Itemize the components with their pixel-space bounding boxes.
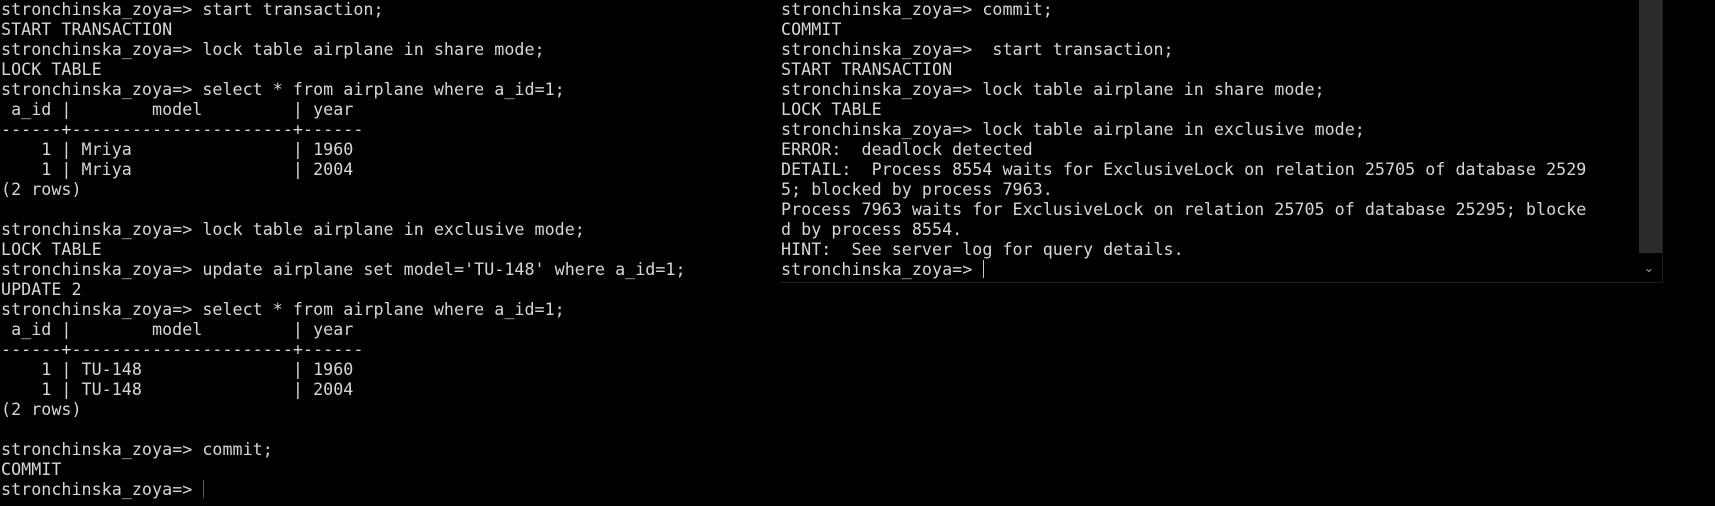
terminal-line: stronchinska_zoya=> start transaction; [1, 0, 384, 19]
terminal-line: stronchinska_zoya=> commit; [781, 0, 1053, 19]
terminal-line: a_id | model | year [1, 99, 354, 119]
terminal-line: stronchinska_zoya=> start transaction; [781, 39, 1174, 59]
terminal-line: stronchinska_zoya=> lock table airplane … [1, 219, 585, 239]
scrollbar-thumb[interactable] [1639, 0, 1662, 253]
terminal-line: UPDATE 2 [1, 279, 82, 299]
left-terminal-console[interactable]: stronchinska_zoya=> start transaction; S… [0, 0, 770, 506]
terminal-line: stronchinska_zoya=> commit; [1, 439, 273, 459]
text-cursor [203, 480, 205, 498]
vertical-scrollbar[interactable]: ⌄ [1636, 0, 1662, 282]
terminal-line: COMMIT [1, 459, 62, 479]
terminal-line: START TRANSACTION [781, 59, 953, 79]
left-terminal-output: stronchinska_zoya=> start transaction; S… [1, 0, 686, 499]
terminal-line: 1 | Mriya | 1960 [1, 139, 354, 159]
terminal-line: a_id | model | year [1, 319, 354, 339]
terminal-prompt-line[interactable]: stronchinska_zoya=> [1, 479, 686, 499]
chevron-down-icon[interactable]: ⌄ [1636, 258, 1662, 280]
terminal-line: COMMIT [781, 19, 842, 39]
terminal-prompt: stronchinska_zoya=> [781, 259, 983, 279]
error-detail-line: Process 7963 waits for ExclusiveLock on … [781, 199, 1587, 219]
terminal-line: stronchinska_zoya=> update airplane set … [1, 259, 686, 279]
right-terminal-console[interactable]: stronchinska_zoya=> commit; COMMIT stron… [780, 0, 1663, 283]
error-detail-line: 5; blocked by process 7963. [781, 179, 1053, 199]
text-cursor [983, 260, 985, 278]
terminal-prompt: stronchinska_zoya=> [1, 479, 203, 499]
terminal-line: LOCK TABLE [781, 99, 882, 119]
hint-line: HINT: See server log for query details. [781, 239, 1184, 259]
terminal-line: stronchinska_zoya=> lock table airplane … [781, 79, 1325, 99]
terminal-line: (2 rows) [1, 179, 82, 199]
right-terminal-output: stronchinska_zoya=> commit; COMMIT stron… [781, 0, 1586, 279]
terminal-line: stronchinska_zoya=> select * from airpla… [1, 79, 565, 99]
terminal-line: LOCK TABLE [1, 239, 102, 259]
terminal-line: 1 | Mriya | 2004 [1, 159, 354, 179]
error-line: ERROR: deadlock detected [781, 139, 1033, 159]
terminal-line: stronchinska_zoya=> lock table airplane … [1, 39, 545, 59]
error-detail-line: DETAIL: Process 8554 waits for Exclusive… [781, 159, 1587, 179]
error-detail-line: d by process 8554. [781, 219, 963, 239]
terminal-line: stronchinska_zoya=> select * from airpla… [1, 299, 565, 319]
terminal-line: ------+----------------------+------ [1, 339, 364, 359]
terminal-line: LOCK TABLE [1, 59, 102, 79]
terminal-line: START TRANSACTION [1, 19, 173, 39]
terminal-line: 1 | TU-148 | 1960 [1, 359, 354, 379]
terminal-line: (2 rows) [1, 399, 82, 419]
terminal-prompt-line[interactable]: stronchinska_zoya=> [781, 259, 1586, 279]
terminal-line: stronchinska_zoya=> lock table airplane … [781, 119, 1365, 139]
terminal-line: 1 | TU-148 | 2004 [1, 379, 354, 399]
terminal-line: ------+----------------------+------ [1, 119, 364, 139]
